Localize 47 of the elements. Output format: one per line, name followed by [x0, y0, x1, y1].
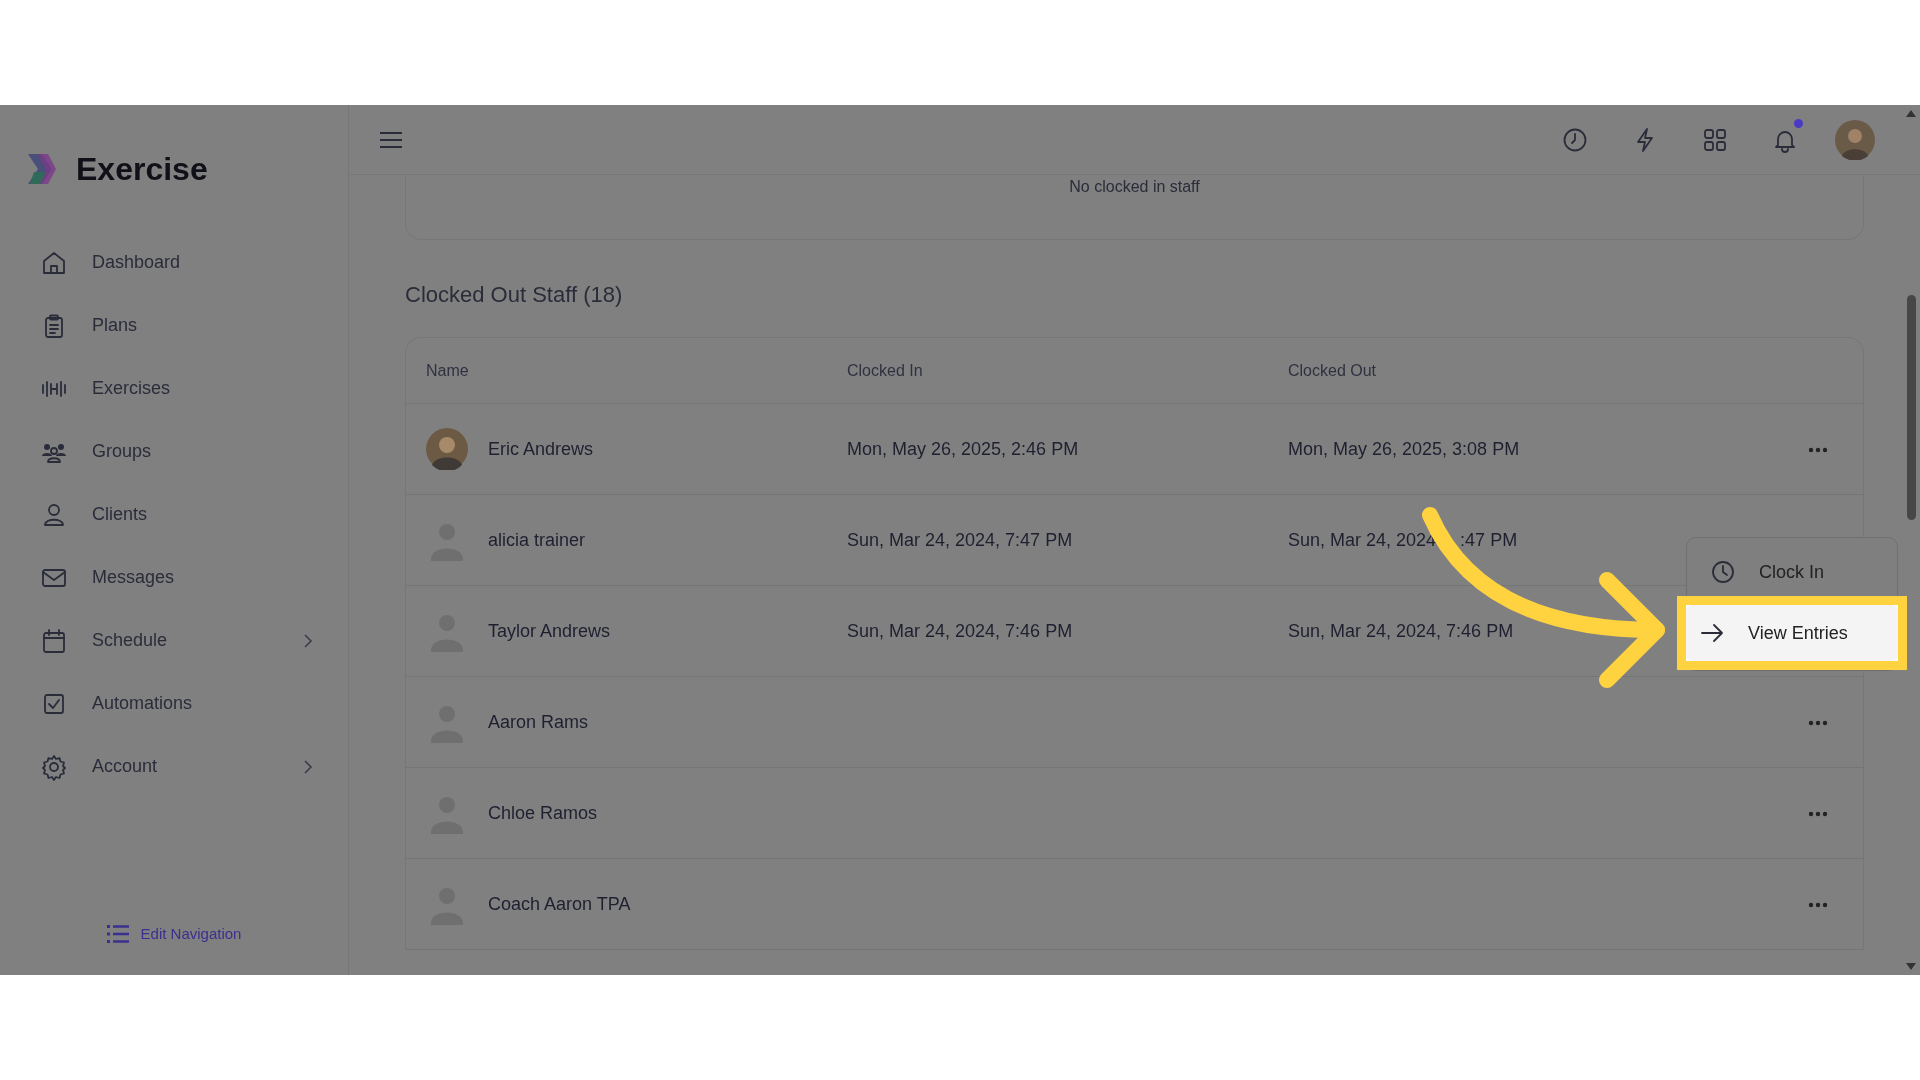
- apps-icon: [1702, 126, 1728, 153]
- column-header: Clocked In: [847, 361, 923, 379]
- avatar-button[interactable]: [1835, 119, 1875, 160]
- menu-item[interactable]: Clock In: [1687, 548, 1897, 596]
- settings-icon: [40, 752, 68, 781]
- column-header: Clocked Out: [1288, 360, 1377, 381]
- staff-name: Chloe Ramos: [488, 801, 598, 825]
- clocked-out-time: :47 PM: [1460, 528, 1518, 552]
- sidebar-item[interactable]: Exercises: [24, 357, 314, 420]
- menu-icon: [379, 130, 403, 151]
- sidebar-item[interactable]: Clients: [24, 483, 314, 546]
- scrollbar-thumb[interactable]: [1907, 295, 1916, 520]
- staff-name: Aaron Rams: [488, 710, 589, 734]
- staff-name: Taylor Andrews: [488, 619, 611, 643]
- more-icon: [1808, 719, 1828, 726]
- avatar-icon: [1835, 119, 1875, 160]
- clocked-in-time: Sun, Mar 24, 2024, 7:47 PM: [847, 529, 1073, 550]
- more-icon: [1808, 901, 1828, 908]
- calendar-icon: [40, 626, 68, 655]
- more-icon: [1808, 446, 1828, 453]
- column-header: Name: [426, 360, 469, 381]
- sidebar-item[interactable]: Groups: [24, 420, 314, 483]
- clocked-out-time: Mon, May 26, 2025, 3:08 PM: [1288, 437, 1520, 461]
- apps-button[interactable]: [1702, 126, 1728, 153]
- list-icon: [106, 923, 129, 944]
- clock-icon: [1709, 558, 1737, 586]
- menu-item[interactable]: View Entries: [1686, 605, 1898, 661]
- sidebar-item[interactable]: Automations: [24, 672, 314, 735]
- clocked-out-time: Sun, Mar 24, 2024, 7:46 PM: [1288, 619, 1514, 643]
- sidebar-item[interactable]: Account: [24, 735, 314, 798]
- clock-button[interactable]: [1562, 126, 1588, 153]
- staff-name: alicia trainer: [488, 528, 586, 552]
- sidebar-item[interactable]: Plans: [24, 294, 314, 357]
- sidebar-item[interactable]: Schedule: [24, 609, 314, 672]
- avatar-icon: [426, 428, 468, 470]
- staff-name: Eric Andrews: [488, 437, 594, 461]
- staff-name: Coach Aaron TPA: [488, 892, 631, 916]
- clocked-in-time: Sun, Mar 24, 2024, 7:46 PM: [847, 620, 1073, 641]
- clocked-in-time: Mon, May 26, 2025, 2:46 PM: [847, 438, 1079, 459]
- sidebar-item[interactable]: Dashboard: [24, 231, 314, 294]
- sidebar-item[interactable]: Messages: [24, 546, 314, 609]
- edit-navigation-link[interactable]: Edit Navigation: [106, 922, 242, 945]
- empty-state-text: No clocked in staff: [1069, 177, 1200, 197]
- clock-icon: [1562, 126, 1588, 153]
- section-title: Clocked Out Staff (18): [405, 281, 624, 309]
- brand-name: Exercise: [76, 150, 208, 189]
- more-icon: [1808, 810, 1828, 817]
